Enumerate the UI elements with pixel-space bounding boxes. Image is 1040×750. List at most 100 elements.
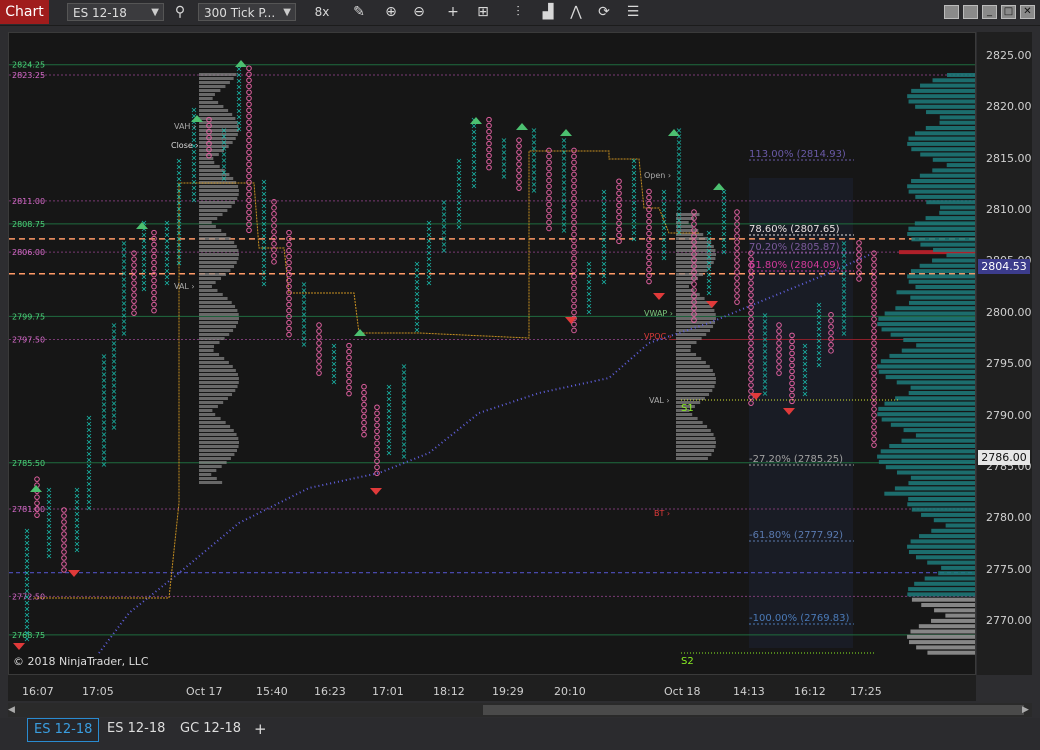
fib-label: 70.20% (2805.87) (749, 242, 840, 253)
tab-es-active[interactable]: ES 12-18 (27, 718, 100, 742)
session-profile-bar (199, 97, 213, 100)
pf-o-mark (271, 217, 277, 223)
pf-o-mark (374, 428, 380, 435)
volume-profile-bar (907, 232, 975, 236)
indicator-icon[interactable]: ⋀ (566, 3, 586, 21)
pf-o-mark (374, 410, 380, 417)
pf-o-mark (871, 352, 877, 358)
session-profile-bar (199, 469, 217, 472)
horizontal-scrollbar[interactable]: ◀ ▶ (8, 703, 1032, 717)
data-box-icon[interactable]: ⊞ (473, 3, 493, 21)
pf-o-mark (571, 231, 577, 238)
price-axis[interactable]: 2825.002820.002815.002810.002805.002800.… (977, 32, 1032, 675)
pf-o-mark (734, 263, 740, 269)
session-profile-bar (676, 389, 713, 392)
crosshair-icon[interactable]: + (443, 3, 463, 21)
profile-label: BT › (654, 509, 670, 518)
session-profile-bar (199, 345, 215, 348)
search-icon[interactable]: ⚲ (170, 3, 190, 21)
pf-o-mark (734, 275, 740, 281)
volume-profile-bar (920, 83, 975, 88)
time-tick-label: 20:10 (554, 685, 586, 698)
pf-o-mark (646, 266, 652, 273)
session-profile-bar (199, 481, 223, 484)
pivot-label-s1: S1 (681, 403, 694, 414)
volume-profile-bar (877, 322, 975, 327)
close-button[interactable]: ✕ (1020, 5, 1035, 19)
pf-x-mark: × (441, 246, 448, 255)
time-axis[interactable]: 16:07 17:05 Oct 17 15:40 16:23 17:01 18:12 19:2… (8, 675, 976, 701)
session-profile-bar (676, 449, 715, 452)
volume-profile-bar (885, 375, 975, 380)
pf-o-mark (871, 388, 877, 394)
add-tab-button[interactable]: + (248, 718, 273, 740)
volume-profile-bar (901, 348, 975, 353)
pf-o-mark (646, 224, 652, 231)
session-profile-bar (676, 345, 692, 348)
pf-o-mark (616, 220, 622, 227)
session-profile-bar (199, 129, 239, 132)
session-profile-bar (676, 361, 706, 364)
volume-profile-bar (914, 221, 975, 226)
window-option-button[interactable] (944, 5, 959, 19)
tab-gc[interactable]: GC 12-18 (174, 718, 247, 740)
zoom-out-icon[interactable]: ⊖ (409, 3, 429, 21)
pf-o-mark (546, 201, 552, 208)
session-profile-bar (199, 237, 231, 240)
volume-profile-bar (878, 316, 975, 321)
pf-o-mark (246, 107, 252, 114)
session-profile-bar (199, 333, 230, 336)
pf-o-mark (361, 431, 367, 438)
volume-profile-bar (946, 163, 975, 168)
session-profile-bar (199, 273, 227, 276)
chart-panel[interactable]: 2824.25 2823.25 2811.00 2808.75 2806.00 2799.… (8, 32, 976, 675)
chart-title[interactable]: Chart (0, 0, 49, 24)
minimize-button[interactable]: _ (982, 5, 997, 19)
maximize-button[interactable]: □ (1001, 5, 1016, 19)
window-option2-button[interactable] (963, 5, 978, 19)
volume-profile-bar (878, 369, 975, 374)
session-profile-bar (676, 433, 714, 436)
session-profile-bar (199, 289, 218, 292)
pf-o-mark (151, 253, 157, 260)
draw-pencil-icon[interactable]: ✎ (349, 3, 369, 21)
instrument-value: ES 12-18 (73, 6, 127, 20)
instrument-selector[interactable]: ES 12-18 ▼ (67, 3, 164, 21)
pf-o-mark (571, 171, 577, 178)
pf-o-mark (374, 422, 380, 429)
session-profile-bar (199, 377, 239, 380)
pf-o-mark (346, 348, 352, 355)
strategy-icon[interactable]: ▟ (538, 3, 558, 21)
pf-o-mark (246, 137, 252, 144)
pf-x-mark: × (331, 378, 338, 387)
chart-toolbar: Chart ES 12-18 ▼ ⚲ 300 Tick P... ▼ 8x ✎ … (0, 0, 1040, 26)
scroll-left-icon[interactable]: ◀ (8, 705, 18, 715)
chart-tabs: ES 12-18 ES 12-18 GC 12-18 + (0, 718, 1040, 750)
pf-o-mark (271, 205, 277, 211)
refresh-icon[interactable]: ⟳ (594, 3, 614, 21)
pf-o-mark (571, 273, 577, 280)
zoom-in-icon[interactable]: ⊕ (381, 3, 401, 21)
crosshair-off-icon[interactable]: 8x (312, 3, 332, 21)
properties-icon[interactable]: ☰ (623, 3, 643, 21)
tab-es[interactable]: ES 12-18 (101, 718, 171, 740)
bar-type-icon[interactable]: ⫶ (508, 3, 528, 21)
session-profile-bar (199, 245, 237, 248)
scroll-thumb[interactable] (483, 705, 1024, 715)
level-label: 2799.75 (12, 312, 45, 321)
pf-o-mark (734, 293, 740, 299)
pf-o-mark (486, 140, 492, 147)
pf-x-mark: × (471, 182, 478, 191)
session-profile-bar (676, 369, 713, 372)
pf-o-mark (646, 200, 652, 207)
session-profile-bar (199, 357, 225, 360)
pf-o-mark (871, 418, 877, 424)
scroll-right-icon[interactable]: ▶ (1022, 705, 1032, 715)
pf-o-mark (131, 280, 137, 286)
session-profile-bar (199, 177, 234, 180)
session-profile-bar (199, 441, 239, 444)
session-profile-bar (199, 165, 220, 168)
copyright-text: © 2018 NinjaTrader, LLC (13, 655, 149, 668)
interval-selector[interactable]: 300 Tick P... ▼ (198, 3, 296, 21)
pf-o-mark (246, 227, 252, 234)
